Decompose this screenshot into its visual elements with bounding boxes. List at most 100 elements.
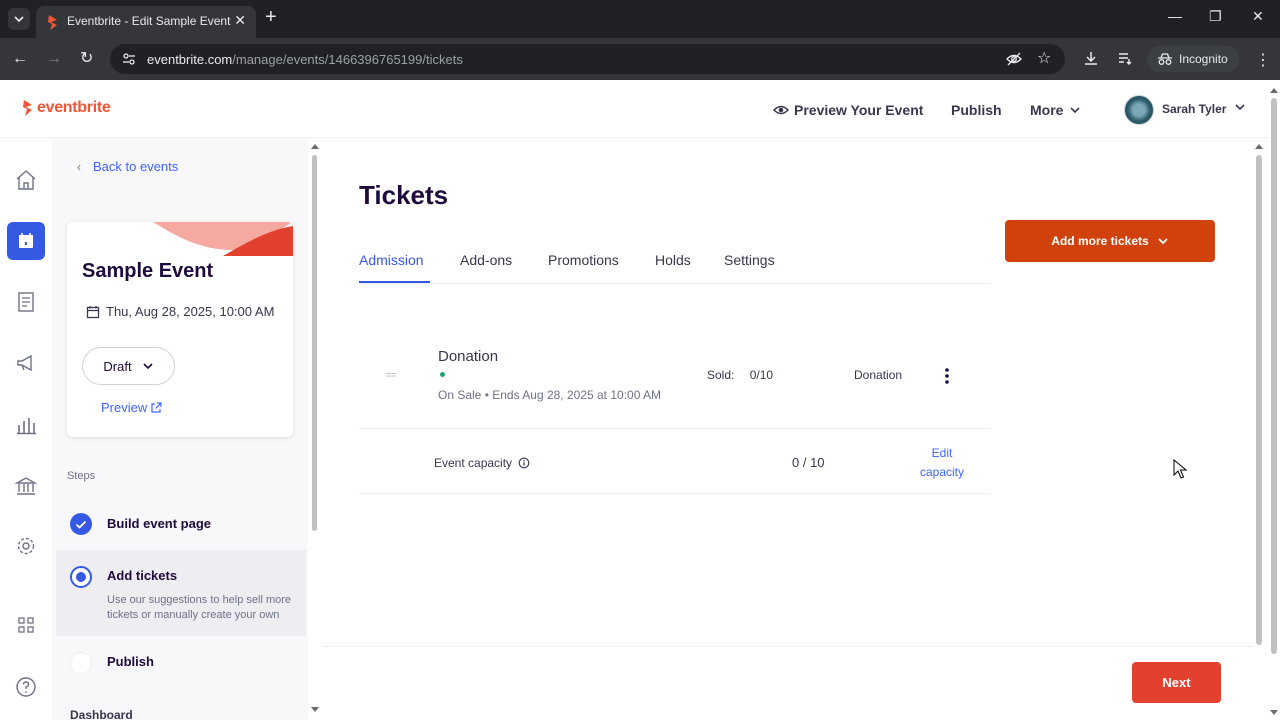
main-scrollbar[interactable] [1256, 155, 1262, 645]
preview-label: Preview Your Event [794, 102, 924, 118]
bank-icon[interactable] [14, 474, 38, 498]
eye-off-icon[interactable] [1006, 51, 1022, 72]
drag-handle-icon[interactable]: ═ [386, 366, 396, 382]
tab-admission[interactable]: Admission [359, 252, 424, 268]
preview-your-event-link[interactable]: Preview Your Event [773, 102, 923, 118]
ticket-status-text: On Sale [438, 388, 482, 402]
more-menu[interactable]: More [1030, 102, 1082, 118]
event-card: Sample Event Thu, Aug 28, 2025, 10:00 AM… [67, 222, 293, 437]
preview-link[interactable]: Preview [101, 400, 162, 415]
back-to-events-link[interactable]: ‹ Back to events [77, 159, 178, 174]
forward-arrow-icon[interactable]: → [46, 49, 62, 69]
browser-toolbar: ← → ↻ eventbrite.com/manage/events/14663… [0, 38, 1280, 80]
tab-settings[interactable]: Settings [724, 252, 775, 268]
add-tickets-label: Add more tickets [1051, 234, 1149, 248]
scroll-up-arrow-icon[interactable] [1270, 88, 1278, 93]
scroll-up-arrow-icon[interactable] [1255, 144, 1263, 149]
tab-promotions[interactable]: Promotions [548, 252, 619, 268]
eventbrite-favicon-icon [46, 13, 60, 36]
ticket-name: Donation [438, 348, 499, 365]
eye-icon [773, 105, 789, 115]
scroll-up-arrow-icon[interactable] [311, 144, 319, 149]
status-label: Draft [103, 358, 132, 374]
gear-icon[interactable] [14, 534, 38, 558]
chevron-down-icon[interactable] [1233, 100, 1247, 119]
icon-rail [0, 138, 52, 720]
mouse-cursor-icon [1173, 459, 1187, 479]
user-name[interactable]: Sarah Tyler [1162, 102, 1226, 116]
incognito-label: Incognito [1179, 52, 1228, 66]
step-title: Build event page [107, 516, 212, 531]
close-tab-icon[interactable]: ✕ [234, 12, 246, 29]
status-dot [440, 372, 445, 377]
calendar-icon [86, 305, 100, 318]
bar-chart-icon[interactable] [14, 413, 38, 437]
orders-list-icon[interactable] [14, 290, 38, 314]
help-icon[interactable] [14, 675, 38, 699]
star-icon[interactable]: ☆ [1037, 51, 1051, 67]
edit-capacity-link[interactable]: Edit capacity [914, 444, 970, 482]
incognito-badge[interactable]: Incognito [1147, 46, 1239, 72]
event-steps-panel: ‹ Back to events Sample Event Thu, Aug 2… [52, 138, 308, 720]
radio-selected-icon [70, 566, 92, 588]
add-more-tickets-button[interactable]: Add more tickets [1005, 220, 1215, 262]
site-info-icon[interactable] [122, 52, 136, 71]
ticket-type: Donation [854, 368, 903, 382]
scroll-down-arrow-icon[interactable] [311, 707, 319, 712]
url-text: eventbrite.com/manage/events/14663967651… [147, 52, 463, 67]
eventbrite-logo[interactable]: eventbrite [22, 99, 111, 117]
url-host: eventbrite.com [147, 52, 233, 67]
tickets-main: Tickets Admission Add-ons Promotions Hol… [322, 138, 1254, 720]
logo-text: eventbrite [37, 99, 111, 116]
step-build-event-page[interactable]: Build event page [56, 512, 306, 536]
info-icon[interactable] [518, 457, 530, 469]
decorative-shape [153, 222, 293, 256]
back-label: Back to events [93, 159, 179, 174]
ticket-end-date: Ends Aug 28, 2025 at 10:00 AM [492, 388, 662, 402]
calendar-icon [14, 229, 38, 253]
event-status-dropdown[interactable]: Draft [82, 347, 175, 385]
back-arrow-icon[interactable]: ← [12, 49, 28, 69]
megaphone-icon[interactable] [14, 351, 38, 375]
browser-menu-icon[interactable]: ⋮ [1255, 50, 1271, 70]
external-link-icon [151, 401, 162, 413]
ticket-tabs: Admission Add-ons Promotions Holds Setti… [359, 252, 989, 284]
dashboard-link[interactable]: Dashboard [70, 708, 133, 720]
sidebar-scrollbar[interactable] [312, 155, 317, 531]
address-bar[interactable]: eventbrite.com/manage/events/14663967651… [110, 44, 1065, 74]
publish-label: Publish [951, 102, 1002, 118]
close-window-icon[interactable]: ✕ [1252, 8, 1264, 25]
active-tab-indicator [359, 281, 430, 283]
scroll-down-arrow-icon[interactable] [1270, 710, 1278, 715]
incognito-icon [1158, 53, 1172, 65]
publish-link[interactable]: Publish [951, 102, 1002, 118]
restore-icon[interactable]: ❐ [1209, 8, 1222, 25]
tab-search-button[interactable] [8, 8, 30, 30]
capacity-value: 0 / 10 [792, 455, 825, 470]
capacity-label: Event capacity [434, 456, 530, 470]
browser-tab[interactable]: Eventbrite - Edit Sample Event ✕ [36, 6, 256, 38]
new-tab-icon[interactable]: + [265, 7, 277, 27]
chevron-down-icon [1158, 238, 1168, 245]
home-icon[interactable] [14, 168, 38, 192]
step-description: Use our suggestions to help sell more ti… [107, 594, 292, 621]
event-name: Sample Event [82, 260, 214, 282]
step-add-tickets[interactable]: Add tickets Use our suggestions to help … [56, 550, 306, 636]
step-publish[interactable]: Publish [56, 650, 306, 674]
next-button[interactable]: Next [1132, 662, 1221, 703]
page-scrollbar[interactable] [1271, 98, 1277, 654]
radio-empty-icon [70, 652, 92, 674]
tab-holds[interactable]: Holds [655, 252, 691, 268]
reload-icon[interactable]: ↻ [80, 49, 93, 69]
ticket-row[interactable]: ═ Donation On Sale • Ends Aug 28, 2025 a… [359, 328, 989, 429]
more-label: More [1030, 102, 1064, 118]
more-options-icon[interactable] [939, 366, 955, 391]
browser-tab-bar: Eventbrite - Edit Sample Event ✕ + — ❐ ✕ [0, 0, 1280, 38]
event-date: Thu, Aug 28, 2025, 10:00 AM [86, 304, 274, 319]
avatar[interactable] [1124, 95, 1154, 125]
reading-list-icon[interactable] [1117, 50, 1133, 71]
tab-add-ons[interactable]: Add-ons [460, 252, 512, 268]
minimize-icon[interactable]: — [1168, 8, 1182, 24]
apps-grid-icon[interactable] [14, 613, 38, 637]
download-icon[interactable] [1083, 50, 1099, 71]
